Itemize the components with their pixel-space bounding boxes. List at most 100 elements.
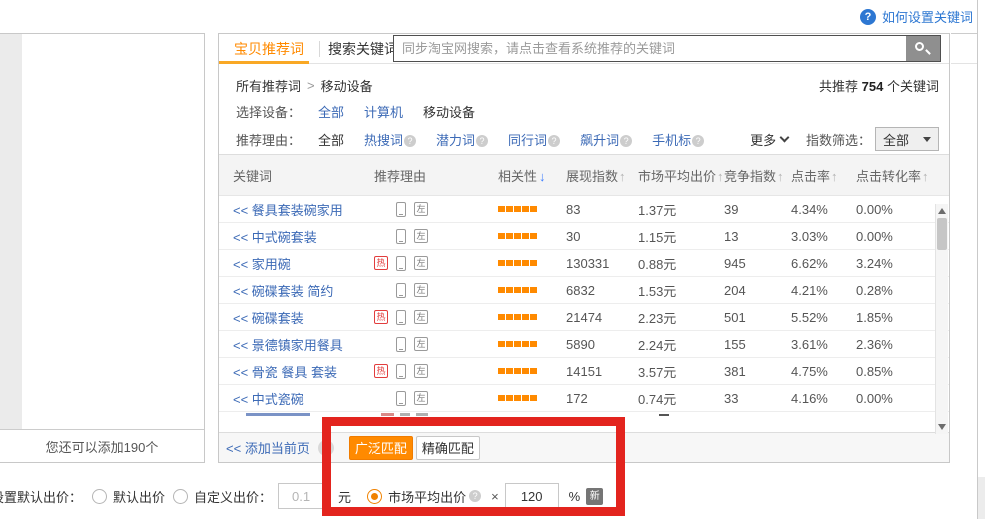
table-body: << 餐具套装碗家用 左 83 1.37元 39 4.34% 0.00% << … <box>219 196 949 412</box>
sort-icon: ↑ <box>717 169 724 184</box>
keyword-table-panel: 宝贝推荐词 搜索关键词 所有推荐词 > 移动设备 共推荐 754 个关键词 选择… <box>218 33 950 463</box>
avg-price-value: 1.15元 <box>638 227 724 246</box>
relevance-bar <box>530 314 537 320</box>
active-tab-underline <box>219 61 309 64</box>
keyword-link[interactable]: << 景德镇家用餐具 <box>233 338 343 353</box>
avg-price-value: 0.88元 <box>638 254 724 273</box>
scroll-down-icon[interactable] <box>938 424 946 430</box>
header-keyword: 关键词 <box>219 166 374 185</box>
table-footer-bar: << 添加当前页 ? 广泛匹配 精确匹配 <box>219 432 949 462</box>
default-bid-label[interactable]: 默认出价 <box>113 487 165 506</box>
relevance-bar <box>514 314 521 320</box>
table-row: << 景德镇家用餐具 左 5890 2.24元 155 3.61% 2.36% <box>219 331 949 358</box>
search-button[interactable] <box>906 36 940 61</box>
help-circle-icon[interactable]: ? <box>404 135 416 147</box>
competition-value: 39 <box>724 202 791 217</box>
index-filter-dropdown[interactable]: 全部 <box>875 127 939 151</box>
keyword-link[interactable]: << 家用碗 <box>233 257 291 272</box>
cvr-value: 0.00% <box>856 202 937 217</box>
search-input[interactable] <box>394 36 906 61</box>
reason-option-hot[interactable]: 热搜词 <box>364 133 403 148</box>
keyword-link[interactable]: << 中式碗套装 <box>233 230 317 245</box>
index-filter-value: 全部 <box>883 130 909 149</box>
impressions-value: 130331 <box>566 256 638 271</box>
header-cvr-sort[interactable]: 点击转化率↑ <box>856 166 937 185</box>
add-current-page-link[interactable]: << 添加当前页 <box>226 438 310 457</box>
keyword-count: 754 <box>862 79 884 94</box>
reason-option-rising[interactable]: 飙升词 <box>580 133 619 148</box>
table-row: << 碗碟套装 热左 21474 2.23元 501 5.52% 1.85% <box>219 304 949 331</box>
help-circle-icon[interactable]: ? <box>476 135 488 147</box>
cvr-value: 0.85% <box>856 364 937 379</box>
remaining-quota-note: 您还可以添加190个 <box>0 429 204 462</box>
reason-option-all[interactable]: 全部 <box>318 130 344 149</box>
more-filters-toggle[interactable]: 更多 <box>750 130 788 149</box>
corner-block <box>978 477 985 519</box>
relevance-bar <box>514 260 521 266</box>
reason-option-peer[interactable]: 同行词 <box>508 133 547 148</box>
keyword-link[interactable]: << 中式瓷碗 <box>233 392 304 407</box>
header-impressions-sort[interactable]: 展现指数↑ <box>566 166 638 185</box>
table-scrollbar[interactable] <box>935 204 948 434</box>
keyword-link[interactable]: << 碗碟套装 <box>233 311 304 326</box>
market-avg-radio[interactable] <box>367 489 382 504</box>
help-question-icon[interactable]: ? <box>860 9 876 25</box>
competition-value: 155 <box>724 337 791 352</box>
relevance-bar <box>498 368 505 374</box>
relevance-bar <box>514 206 521 212</box>
reason-option-mobile-tag[interactable]: 手机标 <box>652 133 691 148</box>
relevance-bar <box>522 206 529 212</box>
help-circle-icon[interactable]: ? <box>548 135 560 147</box>
header-relevance-sort[interactable]: 相关性↓ <box>498 166 566 185</box>
keyword-link[interactable]: << 碗碟套装 简约 <box>233 284 333 299</box>
sort-icon: ↑ <box>619 169 626 184</box>
keyword-link[interactable]: << 骨瓷 餐具 套装 <box>233 365 337 380</box>
scrollbar-thumb[interactable] <box>937 218 947 250</box>
cvr-value: 2.36% <box>856 337 937 352</box>
hot-word-icon: 热 <box>374 310 388 324</box>
ctr-value: 4.21% <box>791 283 856 298</box>
relevance-bar <box>514 395 521 401</box>
sort-icon: ↑ <box>777 169 784 184</box>
scroll-up-icon[interactable] <box>938 208 946 214</box>
how-to-set-keywords-link[interactable]: 如何设置关键词 <box>882 7 973 26</box>
relevance-bars <box>498 233 566 239</box>
market-avg-label[interactable]: 市场平均出价 <box>388 487 466 506</box>
relevance-bar <box>522 233 529 239</box>
competition-value: 33 <box>724 391 791 406</box>
table-row: << 碗碟套装 简约 左 6832 1.53元 204 4.21% 0.28% <box>219 277 949 304</box>
relevance-bar <box>530 206 537 212</box>
impressions-value: 172 <box>566 391 638 406</box>
mobile-device-icon <box>396 364 406 379</box>
custom-bid-input[interactable] <box>278 483 324 509</box>
help-circle-icon[interactable]: ? <box>692 135 704 147</box>
relevance-bar <box>514 287 521 293</box>
custom-bid-radio[interactable] <box>173 489 188 504</box>
search-icon <box>915 42 924 51</box>
header-ctr-sort[interactable]: 点击率↑ <box>791 166 856 185</box>
relevance-bar <box>506 341 513 347</box>
breadcrumb-root[interactable]: 所有推荐词 <box>236 76 301 95</box>
reason-option-potential[interactable]: 潜力词 <box>436 133 475 148</box>
relevance-bar <box>530 233 537 239</box>
keyword-link[interactable]: << 餐具套装碗家用 <box>233 203 343 218</box>
table-row: << 餐具套装碗家用 左 83 1.37元 39 4.34% 0.00% <box>219 196 949 223</box>
help-circle-icon[interactable]: ? <box>469 490 481 502</box>
custom-bid-label[interactable]: 自定义出价： <box>194 487 272 506</box>
help-circle-icon[interactable]: ? <box>318 440 334 456</box>
default-bid-radio[interactable] <box>92 489 107 504</box>
breadcrumb-current: 移动设备 <box>321 76 373 95</box>
device-option-all[interactable]: 全部 <box>318 102 344 121</box>
exact-match-button[interactable]: 精确匹配 <box>416 436 480 460</box>
broad-match-button[interactable]: 广泛匹配 <box>349 436 413 460</box>
help-circle-icon[interactable]: ? <box>620 135 632 147</box>
device-option-pc[interactable]: 计算机 <box>364 102 403 121</box>
tab-item-recommend[interactable]: 宝贝推荐词 <box>219 39 319 59</box>
impressions-value: 83 <box>566 202 638 217</box>
header-avg-price-sort[interactable]: 市场平均出价↑ <box>638 166 724 185</box>
device-option-mobile[interactable]: 移动设备 <box>423 102 475 121</box>
search-icon-handle <box>925 49 931 55</box>
relevance-bar <box>498 206 505 212</box>
header-competition-sort[interactable]: 竞争指数↑ <box>724 166 791 185</box>
percent-input[interactable] <box>505 483 559 509</box>
